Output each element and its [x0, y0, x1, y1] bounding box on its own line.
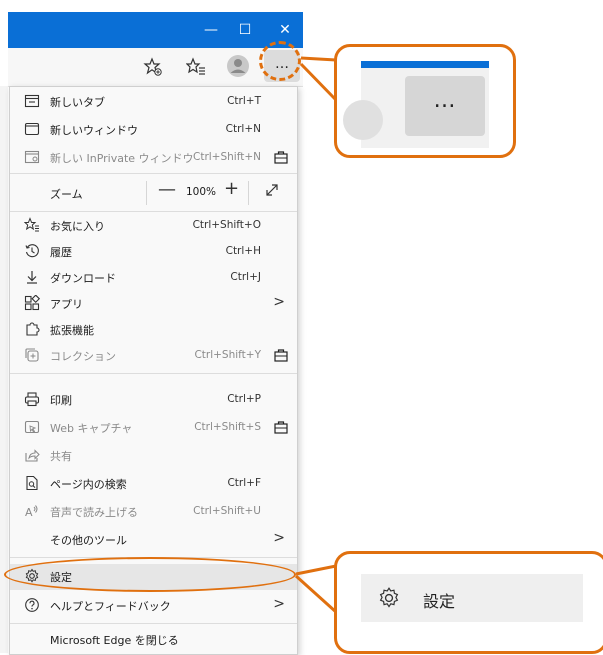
settings-zoom-label: 設定: [423, 592, 456, 611]
settings-highlight-ring: [4, 557, 296, 592]
settings-zoom-callout: 設定: [334, 551, 603, 654]
toolbar-zoom-panel: …: [343, 68, 489, 148]
titlebar-zoom-strip: [361, 61, 489, 68]
more-button-zoom-callout: …: [334, 44, 516, 158]
more-button-zoomed: …: [405, 76, 485, 136]
avatar-zoom-fragment: [343, 100, 383, 140]
settings-gear-icon: [379, 587, 399, 608]
more-button-highlight-ring: [259, 41, 301, 81]
settings-item-zoomed: 設定: [361, 574, 583, 622]
